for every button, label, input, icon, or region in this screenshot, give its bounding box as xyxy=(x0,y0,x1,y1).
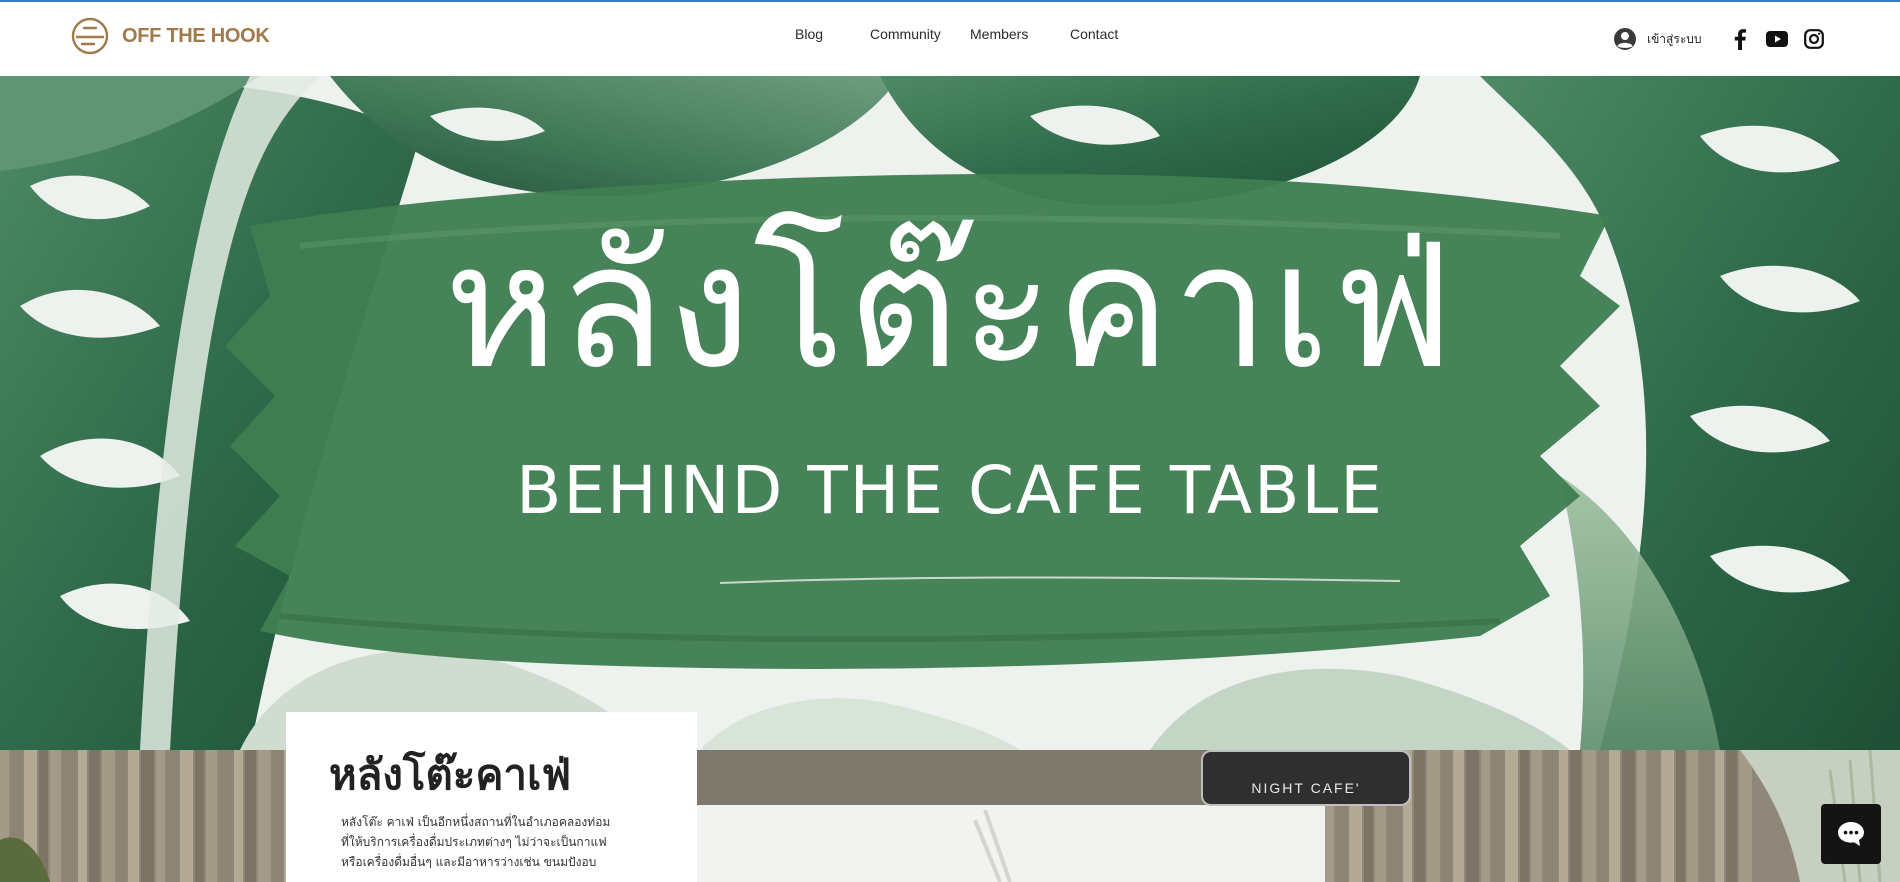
bamboo-pole xyxy=(1466,750,1479,882)
nav-item-community[interactable]: Community xyxy=(870,26,941,42)
hero-banner: หลังโต๊ะคาเฟ่ BEHIND THE CAFE TABLE xyxy=(0,76,1900,750)
brand-logo[interactable]: OFF THE HOOK xyxy=(70,16,270,56)
bamboo-pole xyxy=(1505,750,1518,882)
bamboo-pole xyxy=(1570,750,1581,882)
bamboo-pole xyxy=(102,750,115,882)
bamboo-pole xyxy=(1661,750,1674,882)
night-cafe-sign: NIGHT CAFE' xyxy=(1201,750,1411,806)
bamboo-pole xyxy=(245,750,256,882)
site-header: OFF THE HOOK Blog Community Members Cont… xyxy=(0,2,1900,76)
bamboo-pole xyxy=(219,750,232,882)
login-label: เข้าสู่ระบบ xyxy=(1647,31,1702,46)
bamboo-pole xyxy=(89,750,100,882)
logo-mark-icon xyxy=(71,17,109,55)
bamboo-pole xyxy=(1559,750,1568,882)
bamboo-pole xyxy=(195,750,204,882)
cafe-photo-strip xyxy=(0,750,1900,882)
bamboo-pole xyxy=(1637,750,1646,882)
bamboo-pole xyxy=(234,750,243,882)
chat-button[interactable] xyxy=(1821,804,1881,864)
bamboo-pole xyxy=(1414,750,1425,882)
nav-item-contact[interactable]: Contact xyxy=(1070,26,1118,42)
bamboo-pole xyxy=(1676,750,1685,882)
bamboo-pole xyxy=(1492,750,1503,882)
brand-name: OFF THE HOOK xyxy=(122,24,270,47)
about-description: หลังโต๊ะ คาเฟ่ เป็นอีกหนึ่งสถานที่ในอำเภ… xyxy=(329,812,659,872)
bamboo-pole xyxy=(1481,750,1490,882)
login-button[interactable]: เข้าสู่ระบบ xyxy=(1613,27,1702,51)
bamboo-pole xyxy=(1453,750,1464,882)
bamboo-pole xyxy=(1544,750,1557,882)
bamboo-pole xyxy=(180,750,193,882)
bamboo-pole xyxy=(78,750,87,882)
bamboo-pole xyxy=(1609,750,1620,882)
instagram-icon[interactable] xyxy=(1802,27,1826,51)
about-card: หลังโต๊ะคาเฟ่ หลังโต๊ะ คาเฟ่ เป็นอีกหนึ่… xyxy=(286,712,697,882)
bamboo-pole xyxy=(273,750,282,882)
bamboo-pole xyxy=(1598,750,1607,882)
social-links xyxy=(1728,27,1826,51)
bamboo-pole xyxy=(1687,750,1698,882)
bamboo-pole xyxy=(1531,750,1542,882)
user-avatar-icon xyxy=(1614,28,1636,50)
about-line: ที่ให้บริการเครื่องดื่มประเภทต่างๆ ไม่ว่… xyxy=(341,835,607,849)
bamboo-pole xyxy=(1442,750,1451,882)
bamboo-pole xyxy=(63,750,76,882)
bamboo-pole xyxy=(117,750,126,882)
about-line: หลังโต๊ะ คาเฟ่ เป็นอีกหนึ่งสถานที่ในอำเภ… xyxy=(341,815,611,829)
nav-item-members[interactable]: Members xyxy=(970,26,1028,42)
hero-subtitle: BEHIND THE CAFE TABLE xyxy=(516,452,1384,529)
bamboo-pole xyxy=(1648,750,1659,882)
youtube-icon[interactable] xyxy=(1765,27,1789,51)
bamboo-pole xyxy=(258,750,271,882)
bamboo-pole xyxy=(50,750,61,882)
bamboo-pole xyxy=(206,750,217,882)
about-line: หรือเครื่องดื่มอื่นๆ และมีอาหารว่างเช่น … xyxy=(341,855,597,869)
bamboo-pole xyxy=(128,750,139,882)
bamboo-pole xyxy=(1583,750,1596,882)
bamboo-pole xyxy=(156,750,165,882)
bamboo-pole xyxy=(1622,750,1635,882)
bamboo-pole xyxy=(1520,750,1529,882)
bamboo-fence-photo xyxy=(0,750,1900,882)
nav-item-blog[interactable]: Blog xyxy=(795,26,823,42)
bamboo-pole xyxy=(141,750,154,882)
bamboo-pole xyxy=(1726,750,1737,882)
bamboo-pole xyxy=(1739,750,1752,882)
hero-title: หลังโต๊ะคาเฟ่ xyxy=(444,206,1456,407)
bamboo-pole xyxy=(167,750,178,882)
bamboo-pole xyxy=(1427,750,1440,882)
bamboo-pole xyxy=(1715,750,1724,882)
chat-icon xyxy=(1838,822,1864,846)
monstera-leaves-illustration xyxy=(0,76,1900,750)
facebook-icon[interactable] xyxy=(1728,27,1752,51)
bamboo-pole xyxy=(1700,750,1713,882)
about-title: หลังโต๊ะคาเฟ่ xyxy=(329,750,572,799)
